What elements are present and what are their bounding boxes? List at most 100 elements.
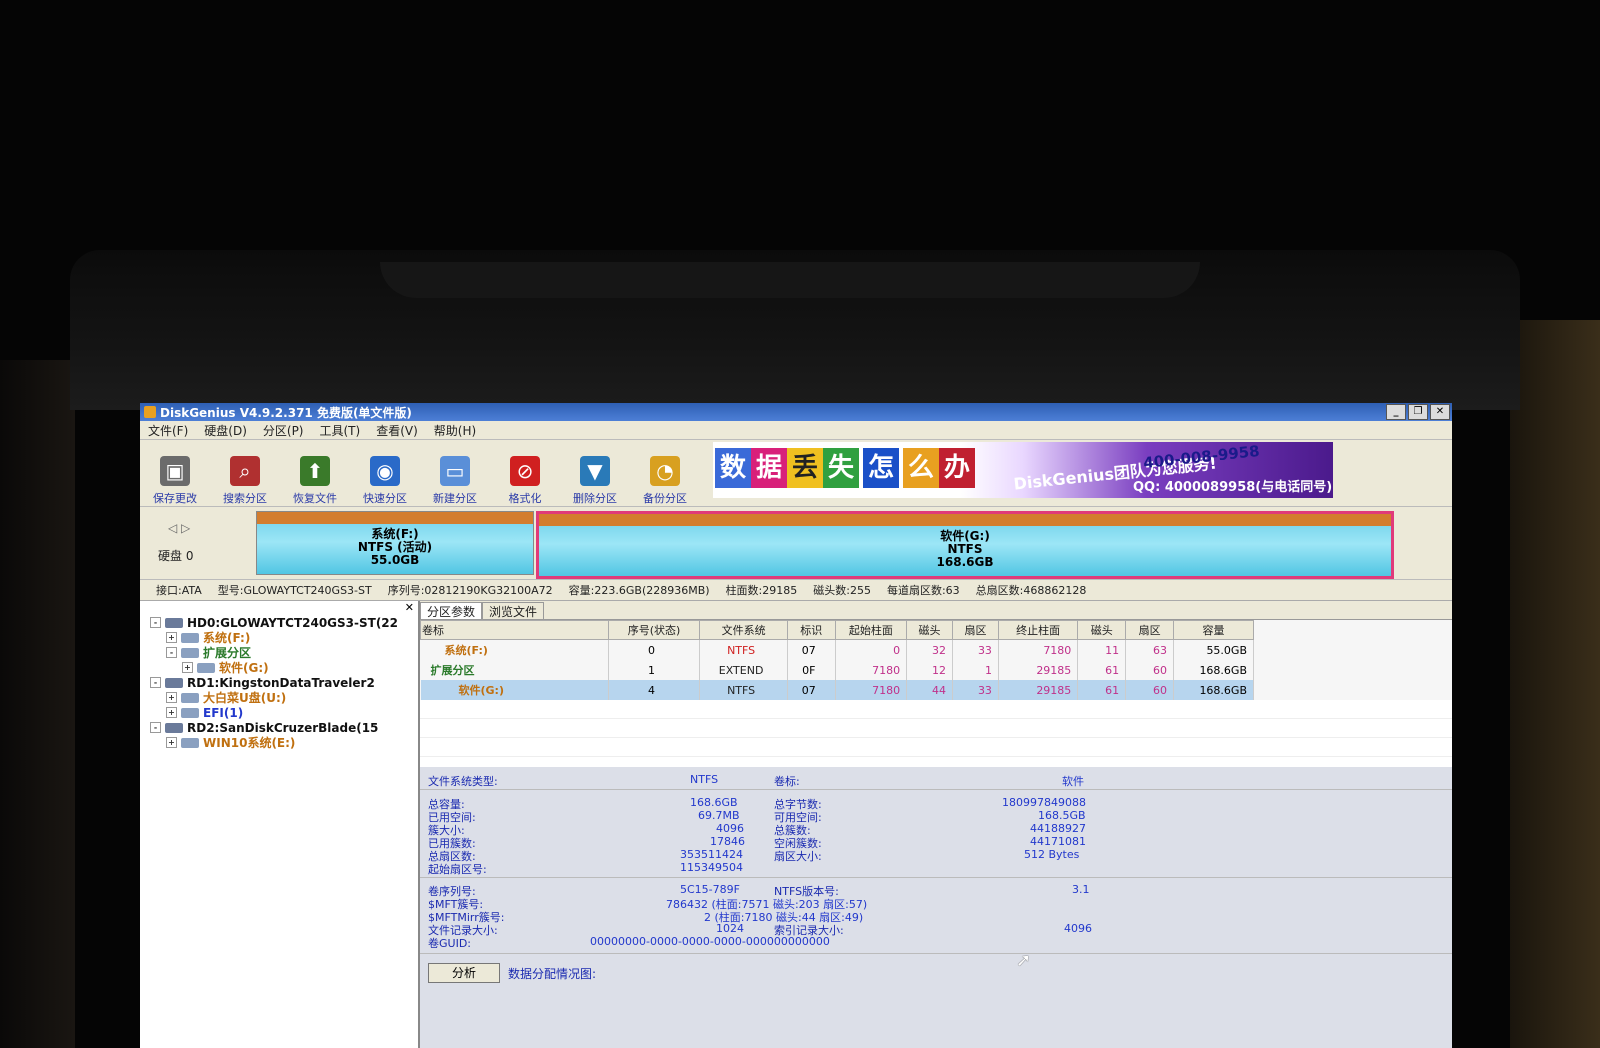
tree-item[interactable]: - RD2:SanDiskCruzerBlade(15 [140,720,418,735]
restore-icon: ⬆ [300,456,330,486]
banner-tile: 据 [751,448,787,488]
table-row[interactable]: 扩展分区 1 EXTEND 0F 7180 12 1 29185 61 60 168.6GB [420,660,1254,680]
column-header[interactable]: 磁头 [906,620,954,640]
menu-view[interactable]: 查看(V) [368,422,426,439]
detail-value: 44188927 [1030,822,1086,835]
toolbar-button[interactable]: ▼ 删除分区 [560,444,630,506]
separator [420,953,1452,954]
toolbar-button[interactable]: ▣ 保存更改 [140,444,210,506]
column-header[interactable]: 起始柱面 [834,620,908,640]
disk-heads: 磁头数:255 [813,584,871,597]
column-header[interactable]: 终止柱面 [997,620,1079,640]
tree-item[interactable]: - 扩展分区 [140,645,418,660]
analyze-button[interactable]: 分析 [428,963,500,983]
tree-close-icon[interactable]: ✕ [405,601,414,614]
expand-icon[interactable]: - [150,617,161,628]
tree-item[interactable]: - RD1:KingstonDataTraveler2 [140,675,418,690]
detail-label: 起始扇区号: [428,863,487,876]
partition-icon [181,632,199,643]
table-row[interactable]: 软件(G:) 4 NTFS 07 7180 44 33 29185 61 60 168.6GB [420,680,1254,700]
toolbar-button[interactable]: ⌕ 搜索分区 [210,444,280,506]
column-header[interactable]: 扇区 [1125,620,1174,640]
expand-icon[interactable]: - [150,677,161,688]
table-cell: 7180 [835,680,908,700]
column-header[interactable]: 容量 [1173,620,1254,640]
disk-interface: 接口:ATA [156,584,202,597]
tab-partition-params[interactable]: 分区参数 [420,602,483,619]
table-cell: 7180 [998,639,1079,660]
detail-value: 69.7MB [698,809,740,822]
disk-map: ◁ ▷ 硬盘 0 系统(F:) NTFS (活动) 55.0GB 软件(G:) … [140,507,1452,580]
toolbar-button[interactable]: ▭ 新建分区 [420,444,490,506]
banner-tile: 失 [823,448,859,488]
disk-total-sectors: 总扇区数:468862128 [975,584,1087,597]
disk-nav-arrows[interactable]: ◁ ▷ [168,521,190,535]
tree-item[interactable]: + 大白菜U盘(U:) [140,690,418,705]
tree-item[interactable]: + WIN10系统(E:) [140,735,418,750]
detail-value: 512 Bytes [1024,848,1080,861]
partition-size: 55.0GB [370,553,420,567]
menu-partition[interactable]: 分区(P) [255,422,312,439]
detail-value: 00000000-0000-0000-0000-000000000000 [590,935,830,948]
toolbar-button[interactable]: ◔ 备份分区 [630,444,700,506]
tree-item[interactable]: + EFI(1) [140,705,418,720]
table-cell: 60 [1125,680,1174,700]
detail-value: 168.5GB [1038,809,1086,822]
tree-item[interactable]: + 软件(G:) [140,660,418,675]
table-cell: 168.6GB [1173,660,1254,680]
monitor-notch [380,262,1200,298]
expand-icon[interactable]: + [166,737,177,748]
tree-item[interactable]: + 系统(F:) [140,630,418,645]
detail-value: 168.6GB [690,796,738,809]
background-right [1510,320,1600,1048]
partition-block-system[interactable]: 系统(F:) NTFS (活动) 55.0GB [256,511,534,575]
quick-partition-icon: ◉ [370,456,400,486]
disk-label: 硬盘 0 [158,549,194,563]
toolbar-label: 恢复文件 [293,492,337,505]
detail-value: 软件 [1062,775,1084,788]
menu-bar: 文件(F) 硬盘(D) 分区(P) 工具(T) 查看(V) 帮助(H) [140,421,1452,440]
table-row[interactable]: 系统(F:) 0 NTFS 07 0 32 33 7180 11 63 55.0GB [420,639,1254,660]
menu-file[interactable]: 文件(F) [140,422,196,439]
disk-info-line: 接口:ATA 型号:GLOWAYTCT240GS3-ST 序列号:0281219… [140,580,1452,601]
menu-disk[interactable]: 硬盘(D) [196,422,255,439]
toolbar-button[interactable]: ⬆ 恢复文件 [280,444,350,506]
table-cell: 55.0GB [1173,639,1254,660]
tab-browse-files[interactable]: 浏览文件 [482,602,545,619]
background-left [0,360,75,1048]
partition-size: 168.6GB [936,555,994,569]
toolbar-button[interactable]: ◉ 快速分区 [350,444,420,506]
expand-icon[interactable]: + [182,662,193,673]
tree-label: 软件(G:) [219,661,269,675]
table-cell: NTFS [699,680,788,700]
column-header[interactable]: 卷标 [420,620,609,640]
expand-icon[interactable]: + [166,692,177,703]
expand-icon[interactable]: + [166,707,177,718]
banner-tile: 数 [715,448,751,488]
column-header[interactable]: 扇区 [952,620,999,640]
restore-button[interactable]: ❐ [1408,404,1428,420]
table-cell: 32 [906,639,954,660]
expand-icon[interactable]: + [166,632,177,643]
new-partition-icon: ▭ [440,456,470,486]
partition-block-software[interactable]: 软件(G:) NTFS 168.6GB [536,511,1394,579]
ad-banner[interactable]: 数 据 丢 失 怎 么 办 DiskGenius团队为您服务! 400-008-… [713,442,1333,498]
table-cell: NTFS [699,639,788,660]
expand-icon[interactable]: - [166,647,177,658]
column-header[interactable]: 文件系统 [699,620,788,640]
toolbar-label: 删除分区 [573,492,617,505]
column-header[interactable]: 磁头 [1077,620,1127,640]
table-cell: EXTEND [699,660,788,680]
tree-item[interactable]: - HD0:GLOWAYTCT240GS3-ST(22 [140,615,418,630]
close-button[interactable]: ✕ [1430,404,1450,420]
toolbar-label: 搜索分区 [223,492,267,505]
column-header[interactable]: 序号(状态) [607,620,701,640]
minimize-button[interactable]: _ [1386,404,1406,420]
menu-tools[interactable]: 工具(T) [312,422,369,439]
menu-help[interactable]: 帮助(H) [426,422,484,439]
expand-icon[interactable]: - [150,722,161,733]
column-header[interactable]: 标识 [786,620,836,640]
app-icon [144,406,156,418]
toolbar-button[interactable]: ⊘ 格式化 [490,444,560,506]
disk-icon [165,617,183,628]
